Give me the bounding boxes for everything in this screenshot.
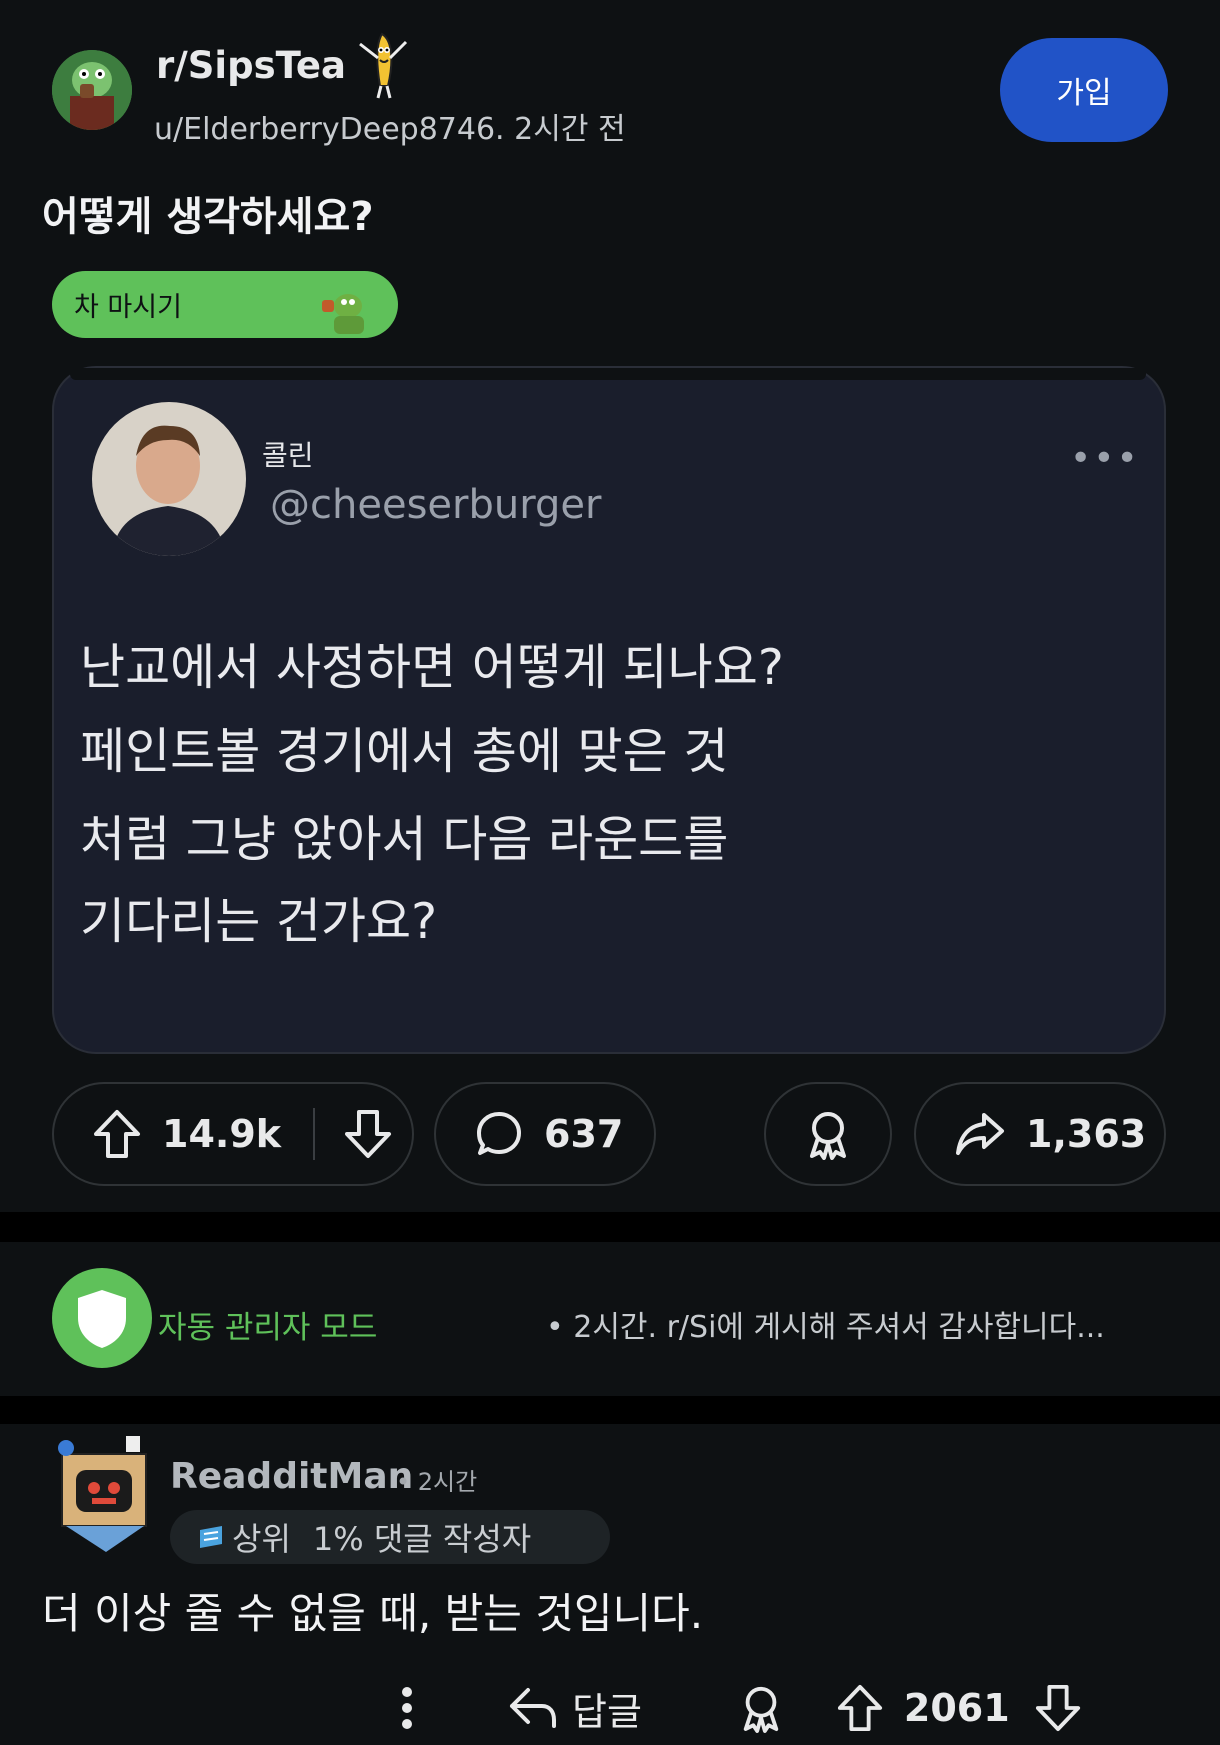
reply-icon	[508, 1686, 558, 1730]
commenter-username[interactable]: ReadditMan	[170, 1456, 413, 1497]
post-title: 어떻게 생각하세요?	[42, 194, 374, 240]
kermit-tea-icon	[318, 286, 370, 334]
tweet-text-line: 기다리는 건가요?	[80, 893, 438, 950]
tweet-handle: @cheeserburger	[270, 482, 602, 528]
share-button[interactable]: 1,363	[914, 1082, 1166, 1186]
tweet-text-line: 페인트볼 경기에서 총에 맞은 것	[80, 723, 729, 780]
more-options-icon[interactable]: •••	[1070, 438, 1140, 479]
upvote-count: 14.9k	[162, 1112, 282, 1156]
automod-comment-preview[interactable]: • 2시간. r/Si에 게시해 주셔서 감사합니다...	[546, 1302, 1105, 1346]
award-icon	[804, 1108, 852, 1160]
automod-name[interactable]: 자동 관리자 모드	[158, 1302, 377, 1347]
award-button[interactable]	[764, 1082, 892, 1186]
vote-control: 14.9k	[52, 1082, 414, 1186]
comment-count: 637	[544, 1112, 624, 1156]
comment-upvote-icon[interactable]	[836, 1683, 884, 1733]
share-count: 1,363	[1026, 1112, 1147, 1156]
downvote-icon[interactable]	[343, 1108, 393, 1160]
comment-downvote-icon[interactable]	[1034, 1683, 1082, 1733]
comment-actions: 답글 2061	[400, 1676, 1082, 1740]
commenter-avatar[interactable]	[56, 1432, 154, 1556]
tweet-display-name: 콜린	[262, 439, 314, 472]
comment-award-icon[interactable]	[738, 1683, 784, 1733]
tweet-text-line: 난교에서 사정하면 어떻게 되나요?	[80, 639, 784, 696]
post-meta: u/ElderberryDeep8746. 2시간 전	[154, 104, 626, 148]
comments-button[interactable]: 637	[434, 1082, 656, 1186]
card-top-edge	[70, 368, 1146, 380]
comment-body: 더 이상 줄 수 없을 때, 받는 것입니다.	[42, 1589, 704, 1638]
section-divider	[0, 1212, 1220, 1242]
top-commenter-badge: 상위 1% 댓글 작성자	[170, 1510, 610, 1564]
upvote-icon[interactable]	[92, 1108, 142, 1160]
post-author[interactable]: u/ElderberryDeep8746.	[154, 112, 505, 147]
reply-button[interactable]: 답글	[508, 1681, 642, 1736]
tweet-avatar	[92, 402, 246, 556]
vote-divider	[313, 1108, 316, 1160]
banana-icon	[352, 30, 412, 100]
badge-text: 1% 댓글 작성자	[312, 1520, 532, 1558]
comment-more-icon[interactable]	[400, 1686, 414, 1730]
subreddit-name[interactable]: r/SipsTea	[156, 44, 346, 87]
share-icon	[954, 1111, 1006, 1157]
reply-label: 답글	[572, 1689, 642, 1734]
section-divider	[0, 1396, 1220, 1424]
tweet-text-line: 처럼 그냥 앉아서 다음 라운드를	[80, 811, 729, 868]
comment-icon	[474, 1109, 524, 1159]
join-button[interactable]: 가입	[1000, 38, 1168, 142]
comment-score: 2061	[903, 1686, 1010, 1730]
badge-rank: 상위	[232, 1520, 291, 1558]
automod-shield-icon	[52, 1268, 152, 1368]
subreddit-avatar[interactable]	[52, 50, 132, 130]
badge-icon	[196, 1522, 226, 1552]
flair-label: 차 마시기	[74, 292, 182, 323]
post-time: 2시간 전	[514, 112, 626, 147]
comment-time: • 2시간	[396, 1468, 478, 1496]
